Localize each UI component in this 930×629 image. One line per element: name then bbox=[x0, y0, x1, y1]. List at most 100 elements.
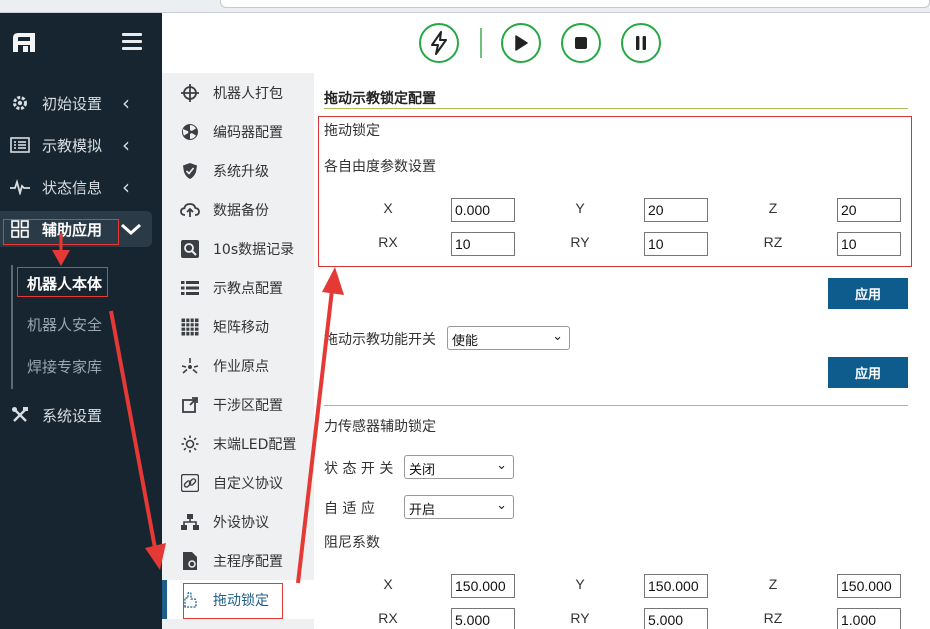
list-icon bbox=[180, 278, 200, 298]
grid-icon bbox=[180, 317, 200, 337]
address-bar[interactable] bbox=[220, 0, 930, 8]
nav-item-status-info[interactable]: 状态信息 ‹ bbox=[0, 169, 162, 205]
axis-label-x: X bbox=[383, 576, 393, 592]
menu-item-data-backup[interactable]: 数据备份 bbox=[162, 190, 314, 229]
axis-label-ry: RY bbox=[570, 610, 590, 626]
menu-label: 系统升级 bbox=[213, 163, 269, 180]
menu-label: 机器人打包 bbox=[213, 85, 283, 102]
menu-item-matrix-move[interactable]: 矩阵移动 bbox=[162, 307, 314, 346]
radiation-icon bbox=[180, 122, 200, 142]
sitemap-icon bbox=[180, 512, 200, 532]
menu-label: 矩阵移动 bbox=[213, 319, 269, 336]
menu-item-work-origin[interactable]: 作业原点 bbox=[162, 346, 314, 385]
drag-lock-label: 拖动锁定 bbox=[324, 123, 380, 139]
apply-button[interactable]: 应用 bbox=[828, 278, 908, 309]
menu-item-encoder-config[interactable]: 编码器配置 bbox=[162, 112, 314, 151]
sub-item-welding-library[interactable]: 焊接专家库 bbox=[27, 356, 102, 377]
sub-item-robot-body[interactable]: 机器人本体 bbox=[27, 273, 102, 294]
nav-label: 初始设置 bbox=[42, 94, 103, 113]
file-gear-icon bbox=[180, 551, 200, 571]
menu-label: 干涉区配置 bbox=[213, 397, 283, 414]
menu-item-robot-pack[interactable]: 机器人打包 bbox=[162, 73, 314, 112]
menu-label: 数据备份 bbox=[213, 202, 269, 219]
lock-ry-input[interactable] bbox=[644, 232, 708, 256]
menu-label: 作业原点 bbox=[213, 358, 269, 375]
chevron-down-icon: ⌄ bbox=[552, 329, 563, 344]
search-icon bbox=[180, 239, 200, 259]
chevron-left-icon: ‹ bbox=[122, 91, 130, 115]
expand-box-icon bbox=[180, 395, 200, 415]
damping-z-input[interactable] bbox=[837, 574, 901, 598]
menu-toggle-icon[interactable] bbox=[122, 33, 142, 50]
state-switch-select[interactable]: 关闭 ⌄ bbox=[404, 455, 514, 479]
power-button[interactable] bbox=[419, 23, 459, 63]
control-toolbar bbox=[162, 13, 930, 73]
menu-item-main-program-config[interactable]: 主程序配置 bbox=[162, 541, 314, 580]
lock-z-input[interactable] bbox=[837, 198, 901, 222]
cloud-upload-icon bbox=[180, 200, 200, 220]
damping-ry-input[interactable] bbox=[644, 608, 708, 629]
nav-item-teach-sim[interactable]: 示教模拟 ‹ bbox=[0, 127, 162, 163]
axis-label-x: X bbox=[383, 200, 393, 216]
lock-x-input[interactable] bbox=[451, 198, 515, 222]
sub-item-robot-safety[interactable]: 机器人安全 bbox=[27, 314, 102, 335]
lock-rz-input[interactable] bbox=[837, 232, 901, 256]
damping-rx-input[interactable] bbox=[451, 608, 515, 629]
chevron-down-icon: ⌄ bbox=[496, 498, 507, 513]
main-content: 拖动示教锁定配置 拖动锁定 各自由度参数设置 X Y Z RX RY RZ 应用… bbox=[314, 73, 930, 629]
menu-item-teach-point-config[interactable]: 示教点配置 bbox=[162, 268, 314, 307]
menu-label: 主程序配置 bbox=[213, 553, 283, 570]
damping-rz-input[interactable] bbox=[837, 608, 901, 629]
damping-label: 阻尼系数 bbox=[324, 535, 380, 551]
section-title-force-sensor-lock: 力传感器辅助锁定 bbox=[324, 419, 436, 435]
lock-rx-input[interactable] bbox=[451, 232, 515, 256]
logo-icon bbox=[13, 33, 35, 52]
damping-x-input[interactable] bbox=[451, 574, 515, 598]
nav-label: 状态信息 bbox=[42, 178, 103, 197]
menu-label: 10s数据记录 bbox=[213, 241, 295, 258]
axis-label-z: Z bbox=[768, 576, 778, 592]
menu-item-drag-lock[interactable]: 拖动锁定 bbox=[162, 580, 314, 619]
drag-teach-switch-select[interactable]: 使能 ⌄ bbox=[447, 326, 570, 350]
damping-y-input[interactable] bbox=[644, 574, 708, 598]
pause-button[interactable] bbox=[621, 23, 661, 63]
menu-item-system-upgrade[interactable]: 系统升级 bbox=[162, 151, 314, 190]
power-icon bbox=[431, 31, 447, 55]
nav-label: 示教模拟 bbox=[42, 136, 103, 155]
menu-item-peripheral-protocol[interactable]: 外设协议 bbox=[162, 502, 314, 541]
adaptive-select[interactable]: 开启 ⌄ bbox=[404, 495, 514, 519]
menu-label: 编码器配置 bbox=[213, 124, 283, 141]
drag-teach-switch-label: 拖动示教功能开关 bbox=[324, 332, 436, 348]
lock-y-input[interactable] bbox=[644, 198, 708, 222]
axis-label-y: Y bbox=[575, 576, 585, 592]
stop-button[interactable] bbox=[561, 23, 601, 63]
menu-item-interference-zone[interactable]: 干涉区配置 bbox=[162, 385, 314, 424]
annotation-box bbox=[3, 219, 119, 245]
menu-item-custom-protocol[interactable]: 自定义协议 bbox=[162, 463, 314, 502]
secondary-menu: 机器人打包 编码器配置 系统升级 数据备份 10s数据记录 示教点配置 矩阵移动… bbox=[162, 73, 314, 629]
annotation-box bbox=[183, 583, 283, 619]
axis-label-rz: RZ bbox=[763, 610, 783, 626]
nav-item-initial-settings[interactable]: 初始设置 ‹ bbox=[0, 85, 162, 121]
menu-item-end-led-config[interactable]: 末端LED配置 bbox=[162, 424, 314, 463]
active-indicator bbox=[162, 580, 167, 619]
state-switch-label: 状 态 开 关 bbox=[324, 461, 394, 477]
chevron-left-icon: ‹ bbox=[122, 175, 130, 199]
menu-label: 示教点配置 bbox=[213, 280, 283, 297]
pause-icon bbox=[636, 36, 646, 50]
menu-item-10s-data-record[interactable]: 10s数据记录 bbox=[162, 229, 314, 268]
crosshair-icon bbox=[180, 83, 200, 103]
apply-button-2[interactable]: 应用 bbox=[828, 357, 908, 388]
toolbar-separator bbox=[480, 28, 482, 58]
axis-label-rz: RZ bbox=[763, 234, 783, 250]
chevron-down-icon bbox=[120, 217, 142, 241]
play-button[interactable] bbox=[501, 23, 541, 63]
stop-icon bbox=[575, 37, 587, 49]
submenu-line bbox=[11, 265, 13, 389]
link-icon bbox=[180, 473, 200, 493]
nav-item-system-settings[interactable]: 系统设置 bbox=[0, 397, 162, 433]
annotation-box bbox=[318, 116, 912, 267]
chevron-left-icon: ‹ bbox=[122, 133, 130, 157]
nav-label: 系统设置 bbox=[42, 406, 103, 425]
select-value: 开启 bbox=[409, 503, 436, 518]
